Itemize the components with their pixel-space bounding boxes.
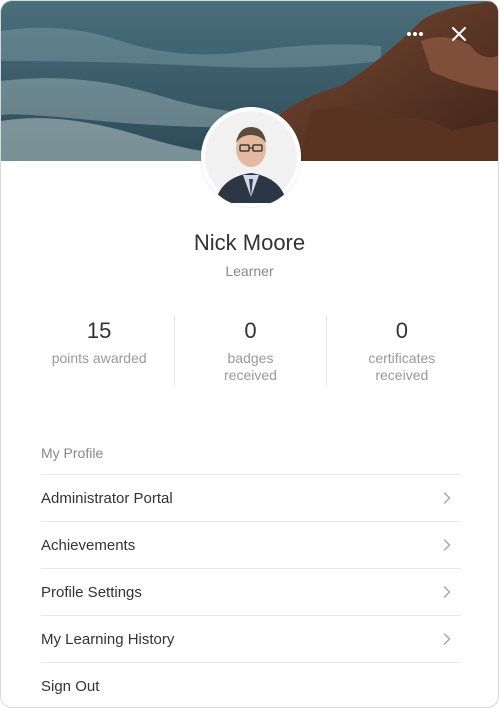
close-icon[interactable] — [448, 23, 470, 45]
menu-item-label: Sign Out — [41, 677, 100, 695]
stat-points: 15 points awarded — [24, 315, 174, 385]
chevron-right-icon — [443, 492, 451, 504]
profile-role: Learner — [225, 263, 274, 279]
stat-certificates: 0 certificates received — [325, 315, 477, 385]
header-actions — [404, 23, 470, 45]
more-horizontal-icon[interactable] — [404, 23, 426, 45]
menu-item-sign-out[interactable]: Sign Out — [41, 662, 461, 707]
profile-menu: Administrator Portal Achievements Profil… — [41, 474, 461, 707]
menu-item-profile-settings[interactable]: Profile Settings — [41, 568, 461, 615]
section-title: My Profile — [41, 445, 104, 461]
stat-badges: 0 badges received — [174, 315, 325, 385]
menu-item-learning-history[interactable]: My Learning History — [41, 615, 461, 662]
user-avatar[interactable] — [201, 107, 301, 207]
menu-item-label: Administrator Portal — [41, 489, 173, 507]
stat-label: badges received — [224, 350, 277, 383]
chevron-right-icon — [443, 539, 451, 551]
menu-item-achievements[interactable]: Achievements — [41, 521, 461, 568]
profile-name: Nick Moore — [193, 230, 306, 255]
stat-label: certificates received — [368, 350, 436, 383]
chevron-right-icon — [443, 586, 451, 598]
stat-value: 0 — [244, 318, 257, 343]
stats-row: 15 points awarded 0 badges received 0 ce… — [24, 315, 477, 385]
stat-value: 15 — [86, 318, 112, 343]
stat-value: 0 — [395, 318, 408, 343]
menu-item-administrator-portal[interactable]: Administrator Portal — [41, 474, 461, 521]
menu-item-label: Profile Settings — [41, 583, 142, 601]
menu-item-label: Achievements — [41, 536, 136, 554]
profile-card: Nick Moore Learner 15 points awarded 0 b… — [0, 0, 499, 708]
menu-item-label: My Learning History — [41, 630, 175, 648]
chevron-right-icon — [443, 633, 451, 645]
stat-label: points awarded — [51, 350, 147, 366]
